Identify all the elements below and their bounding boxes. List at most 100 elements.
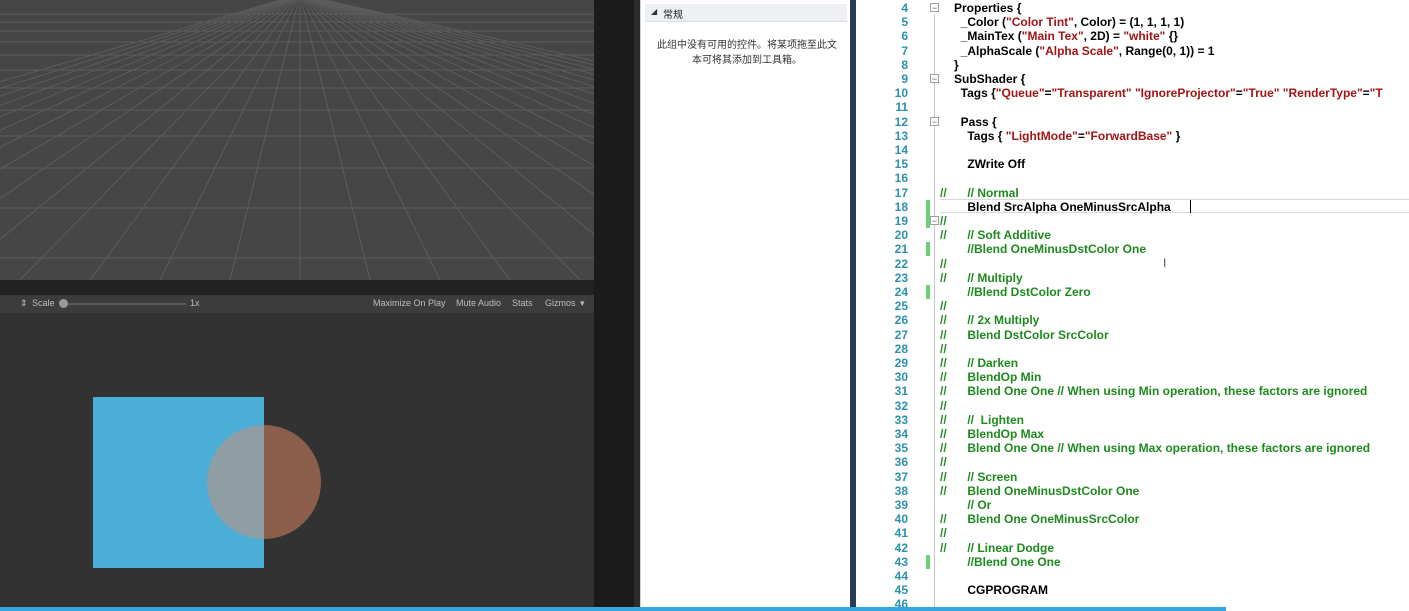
scale-value: 1x [190, 298, 200, 308]
code-line[interactable]: 27 // Blend DstColor SrcColor [856, 328, 1409, 342]
line-number: 41 [894, 526, 908, 541]
code-text: Blend OneMinusDstColor One [954, 484, 1139, 498]
code-token: _Color ( [954, 15, 1007, 30]
maximize-on-play-toggle[interactable]: Maximize On Play [373, 298, 446, 308]
mute-audio-toggle[interactable]: Mute Audio [456, 298, 501, 308]
change-marker [926, 554, 930, 569]
code-line[interactable]: 36 // [856, 455, 1409, 469]
code-line[interactable]: 44 [856, 569, 1409, 583]
code-line[interactable]: 32 // [856, 399, 1409, 413]
line-number: 36 [894, 455, 908, 470]
code-line[interactable]: 38 // Blend OneMinusDstColor One [856, 484, 1409, 498]
code-token: "LightMode" [1005, 128, 1078, 143]
code-editor[interactable]: 4− Properties {5 _Color ("Color Tint", Co… [856, 0, 1409, 611]
code-line[interactable]: 19 −// [856, 214, 1409, 228]
code-text: BlendOp Max [954, 427, 1044, 441]
code-text: //Blend OneMinusDstColor One [954, 242, 1146, 256]
line-number: 38 [894, 483, 908, 498]
collapse-box-icon[interactable]: − [930, 216, 939, 226]
code-line[interactable]: 4 − Properties { [856, 1, 1409, 15]
code-line[interactable]: 31 // Blend One One // When using Min ope… [856, 384, 1409, 398]
line-number: 18 [894, 199, 908, 214]
code-token: //Blend OneMinusDstColor One [954, 242, 1147, 257]
code-line[interactable]: 40 // Blend One OneMinusSrcColor [856, 512, 1409, 526]
collapse-box-icon[interactable]: − [930, 3, 939, 13]
code-line[interactable]: 41 // [856, 526, 1409, 540]
code-line[interactable]: 11 [856, 100, 1409, 114]
comment-prefix: // [940, 469, 947, 484]
gizmos-dropdown[interactable]: Gizmos [545, 298, 576, 308]
code-line[interactable]: 10 Tags {"Queue"="Transparent" "IgnorePr… [856, 86, 1409, 100]
line-number: 7 [901, 43, 908, 58]
code-line[interactable]: 25 // [856, 299, 1409, 313]
code-token: Blend SrcAlpha OneMinusSrcAlpha [954, 199, 1171, 214]
comment-prefix: // [940, 270, 947, 285]
collapse-triangle-icon[interactable]: ◢ [651, 7, 657, 16]
change-marker [926, 199, 930, 214]
code-line[interactable]: 35 // Blend One One // When using Max ope… [856, 441, 1409, 455]
toolbox-group-label: 常规 [663, 10, 683, 21]
code-token: // Lighten [954, 412, 1024, 427]
scale-slider-thumb[interactable] [59, 299, 68, 308]
code-text: // Soft Additive [954, 228, 1051, 242]
code-text: //Blend DstColor Zero [954, 285, 1090, 299]
code-line[interactable]: 28 // [856, 342, 1409, 356]
code-line[interactable]: 26 // // 2x Multiply [856, 313, 1409, 327]
code-token: "Color Tint" [1006, 15, 1074, 30]
line-number: 22 [894, 256, 908, 271]
code-line[interactable]: 15 ZWrite Off [856, 157, 1409, 171]
collapse-box-icon[interactable]: − [930, 116, 939, 126]
code-token: "T [1369, 86, 1383, 101]
code-line[interactable]: 13 Tags { "LightMode"="ForwardBase" } [856, 129, 1409, 143]
code-text: // Multiply [954, 271, 1022, 285]
code-token: , 2D) = [1083, 29, 1124, 44]
code-token: , Range(0, 1)) = 1 [1118, 43, 1215, 58]
code-token: "IgnoreProjector" [1134, 86, 1236, 101]
code-line[interactable]: 33 // // Lighten [856, 413, 1409, 427]
code-text: ZWrite Off [954, 157, 1025, 171]
line-number: 13 [894, 128, 908, 143]
scale-slider[interactable] [62, 303, 186, 305]
change-marker [926, 285, 930, 299]
code-line[interactable]: 20 // // Soft Additive [856, 228, 1409, 242]
code-line[interactable]: 6 _MainTex ("Main Tex", 2D) = "white" {} [856, 29, 1409, 43]
stats-toggle[interactable]: Stats [512, 298, 533, 308]
code-line[interactable]: 22 // [856, 257, 1409, 271]
comment-prefix: // [940, 214, 947, 228]
code-line[interactable]: 39 // Or [856, 498, 1409, 512]
panel-splitter[interactable] [0, 280, 594, 294]
code-line[interactable]: 34 // BlendOp Max [856, 427, 1409, 441]
gizmos-chevron-icon[interactable]: ▾ [580, 298, 585, 309]
collapse-box-icon[interactable]: − [930, 74, 939, 84]
code-line[interactable]: 9 − SubShader { [856, 72, 1409, 86]
line-number: 8 [901, 57, 908, 72]
code-line[interactable]: 12 − Pass { [856, 115, 1409, 129]
code-line[interactable]: 5 _Color ("Color Tint", Color) = (1, 1, … [856, 15, 1409, 29]
comment-prefix: // [940, 441, 947, 456]
code-line[interactable]: 8} [856, 58, 1409, 72]
code-line[interactable]: 18 Blend SrcAlpha OneMinusSrcAlpha [856, 199, 1409, 214]
toolbox-group-header[interactable]: ◢ 常规 [645, 4, 847, 22]
code-line[interactable]: 17 // // Normal [856, 186, 1409, 200]
code-line[interactable]: 43 //Blend One One [856, 554, 1409, 569]
game-view[interactable] [0, 313, 594, 611]
code-line[interactable]: 16 [856, 171, 1409, 185]
code-line[interactable]: 24 //Blend DstColor Zero [856, 285, 1409, 299]
code-line[interactable]: 45 CGPROGRAM [856, 583, 1409, 597]
code-line[interactable]: 42 // // Linear Dodge [856, 541, 1409, 555]
code-text: // Darken [954, 356, 1018, 370]
code-line[interactable]: 14 [856, 143, 1409, 157]
scene-view[interactable] [0, 0, 594, 280]
code-line[interactable]: 37 // // Screen [856, 470, 1409, 484]
code-line[interactable]: 7 _AlphaScale ("Alpha Scale", Range(0, 1… [856, 44, 1409, 58]
line-number: 17 [894, 185, 908, 200]
scale-label: Scale [32, 298, 55, 308]
line-number: 19 [894, 214, 908, 228]
code-token: = [1077, 128, 1085, 143]
code-text: Properties { [954, 1, 1021, 15]
code-line[interactable]: 21 //Blend OneMinusDstColor One [856, 242, 1409, 257]
code-line[interactable]: 23 // // Multiply [856, 271, 1409, 285]
code-token: CGPROGRAM [954, 583, 1049, 598]
code-line[interactable]: 30 // BlendOp Min [856, 370, 1409, 384]
code-line[interactable]: 29 // // Darken [856, 356, 1409, 370]
